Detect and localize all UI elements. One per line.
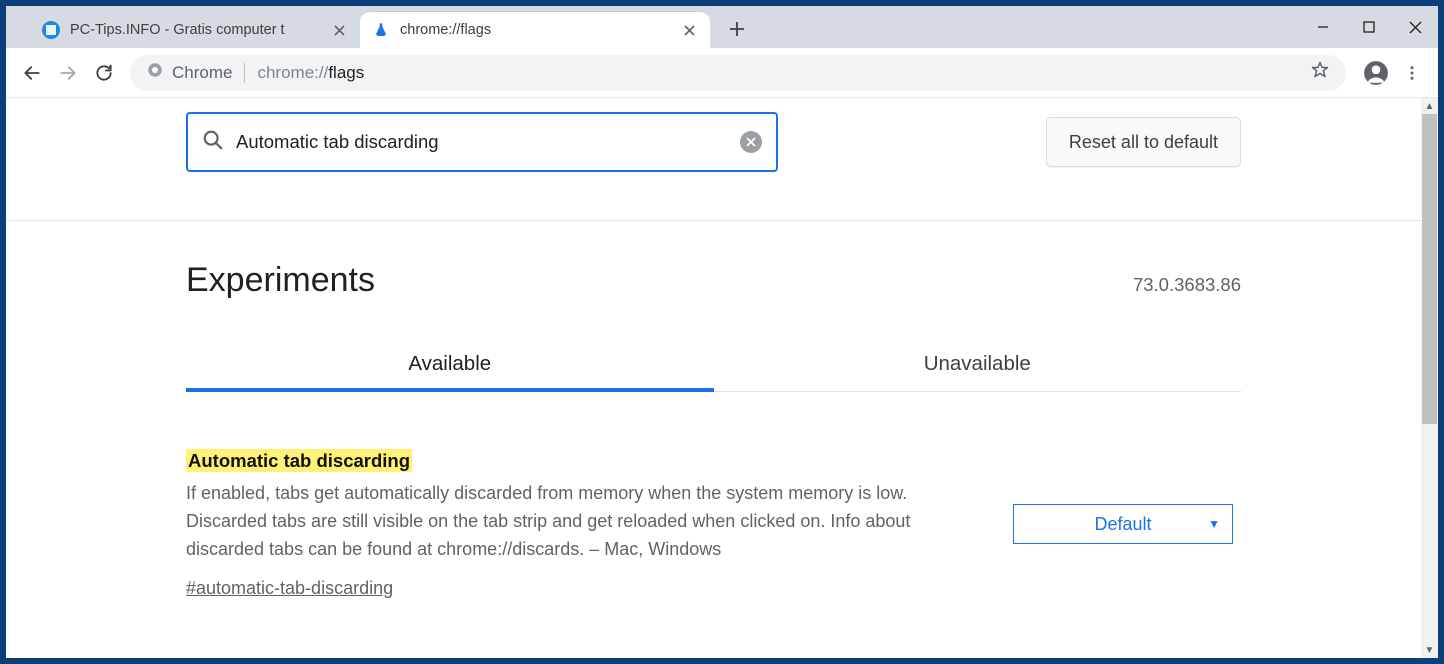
tab-strip: PC-Tips.INFO - Gratis computer t chrome:…	[6, 6, 754, 48]
flag-item: Automatic tab discarding If enabled, tab…	[186, 450, 1241, 599]
bookmark-star-icon[interactable]	[1310, 60, 1330, 85]
close-icon[interactable]	[680, 21, 698, 39]
reset-all-button[interactable]: Reset all to default	[1046, 117, 1241, 167]
profile-avatar[interactable]	[1358, 55, 1394, 91]
forward-button[interactable]	[50, 55, 86, 91]
divider	[6, 220, 1421, 221]
tab-flags[interactable]: chrome://flags	[360, 12, 710, 48]
header-row: Experiments 73.0.3683.86	[186, 261, 1241, 300]
new-tab-button[interactable]	[720, 12, 754, 46]
reload-button[interactable]	[86, 55, 122, 91]
omnibox[interactable]: Chrome chrome://flags	[130, 55, 1346, 91]
search-input[interactable]	[236, 131, 740, 153]
vertical-scrollbar[interactable]: ▲ ▼	[1421, 98, 1438, 658]
maximize-button[interactable]	[1346, 6, 1392, 48]
close-icon[interactable]	[330, 21, 348, 39]
scrollbar-thumb[interactable]	[1422, 114, 1437, 424]
close-window-button[interactable]	[1392, 6, 1438, 48]
tab-title: PC-Tips.INFO - Gratis computer t	[70, 22, 324, 38]
flag-select[interactable]: Default ▼	[1013, 504, 1233, 544]
scroll-up-arrow-icon[interactable]: ▲	[1421, 98, 1438, 114]
window-controls	[1300, 6, 1438, 48]
search-row: Reset all to default	[186, 112, 1241, 172]
clear-search-icon[interactable]	[740, 131, 762, 153]
search-icon	[202, 129, 224, 156]
flag-control: Default ▼	[1013, 450, 1241, 599]
content-area: Reset all to default Experiments 73.0.36…	[6, 98, 1438, 658]
scroll-down-arrow-icon[interactable]: ▼	[1421, 642, 1438, 658]
chevron-down-icon: ▼	[1208, 517, 1220, 531]
flag-title: Automatic tab discarding	[186, 449, 412, 472]
tab-unavailable[interactable]: Unavailable	[714, 342, 1242, 391]
flag-description: If enabled, tabs get automatically disca…	[186, 480, 985, 564]
browser-window: PC-Tips.INFO - Gratis computer t chrome:…	[6, 6, 1438, 658]
kebab-menu-icon[interactable]	[1394, 55, 1430, 91]
minimize-button[interactable]	[1300, 6, 1346, 48]
flag-hash-link[interactable]: #automatic-tab-discarding	[186, 578, 985, 599]
protocol-label: Chrome	[172, 63, 245, 83]
flag-tabs: Available Unavailable	[186, 342, 1241, 392]
flag-select-value: Default	[1094, 514, 1151, 535]
url-text: chrome://flags	[257, 63, 364, 83]
toolbar: Chrome chrome://flags	[6, 48, 1438, 98]
flag-text: Automatic tab discarding If enabled, tab…	[186, 450, 985, 599]
page-title: Experiments	[186, 261, 375, 300]
version-label: 73.0.3683.86	[1133, 274, 1241, 296]
flags-page: Reset all to default Experiments 73.0.36…	[6, 98, 1421, 658]
chrome-icon	[146, 61, 164, 84]
back-button[interactable]	[14, 55, 50, 91]
pctips-favicon	[42, 21, 60, 39]
tab-title: chrome://flags	[400, 22, 674, 38]
titlebar: PC-Tips.INFO - Gratis computer t chrome:…	[6, 6, 1438, 48]
flask-icon	[372, 21, 390, 39]
tab-available[interactable]: Available	[186, 342, 714, 392]
search-box[interactable]	[186, 112, 778, 172]
tab-pctips[interactable]: PC-Tips.INFO - Gratis computer t	[30, 12, 360, 48]
